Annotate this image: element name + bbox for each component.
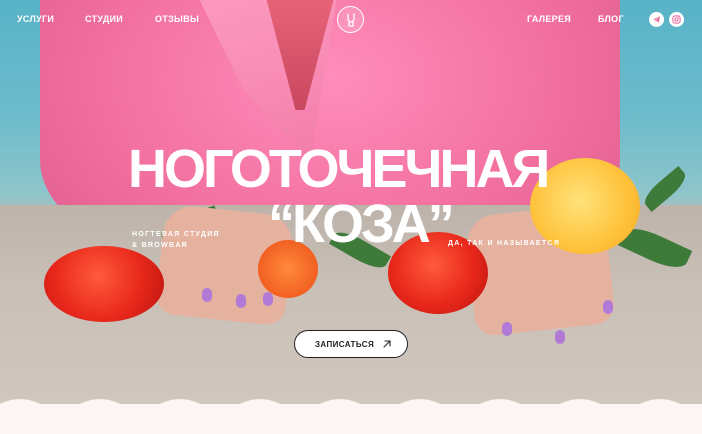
telegram-icon (652, 16, 661, 23)
hero-subtitle-right: ДА, ТАК И НАЗЫВАЕТСЯ (448, 240, 561, 247)
instagram-button[interactable] (669, 12, 684, 27)
nav-link-reviews[interactable]: ОТЗЫВЫ (155, 14, 199, 24)
hero-photo-nail (502, 322, 512, 336)
arrow-up-right-icon (383, 340, 391, 348)
nav-link-studios[interactable]: СТУДИИ (85, 14, 123, 24)
instagram-icon (672, 15, 681, 24)
hero-photo-nail (603, 300, 613, 314)
section-wave-divider (0, 399, 702, 434)
hero-title-quote: “КОЗА” (268, 194, 455, 254)
book-appointment-button[interactable]: ЗАПИСАТЬСЯ (294, 330, 408, 358)
goat-hand-logo-icon (346, 12, 355, 27)
hero-subtitle-left-line: & BROWBAR (132, 242, 189, 249)
book-appointment-label: ЗАПИСАТЬСЯ (315, 339, 375, 349)
hero-photo-nail (555, 330, 565, 344)
hero-photo-nail (202, 288, 212, 302)
hero-subtitle-left: НОГТЕВАЯ СТУДИЯ & BROWBAR (132, 229, 220, 251)
hero-photo-nail (236, 294, 246, 308)
nav-link-blog[interactable]: БЛОГ (598, 14, 624, 24)
hero-title: НОГОТОЧЕЧНАЯ (128, 139, 550, 199)
hero-photo-nail (263, 292, 273, 306)
telegram-button[interactable] (649, 12, 664, 27)
logo[interactable] (337, 6, 364, 33)
hero-photo-red-rose (44, 246, 164, 322)
nav-link-services[interactable]: УСЛУГИ (17, 14, 54, 24)
hero-subtitle-left-line: НОГТЕВАЯ СТУДИЯ (132, 231, 220, 238)
nav-link-gallery[interactable]: ГАЛЕРЕЯ (527, 14, 571, 24)
